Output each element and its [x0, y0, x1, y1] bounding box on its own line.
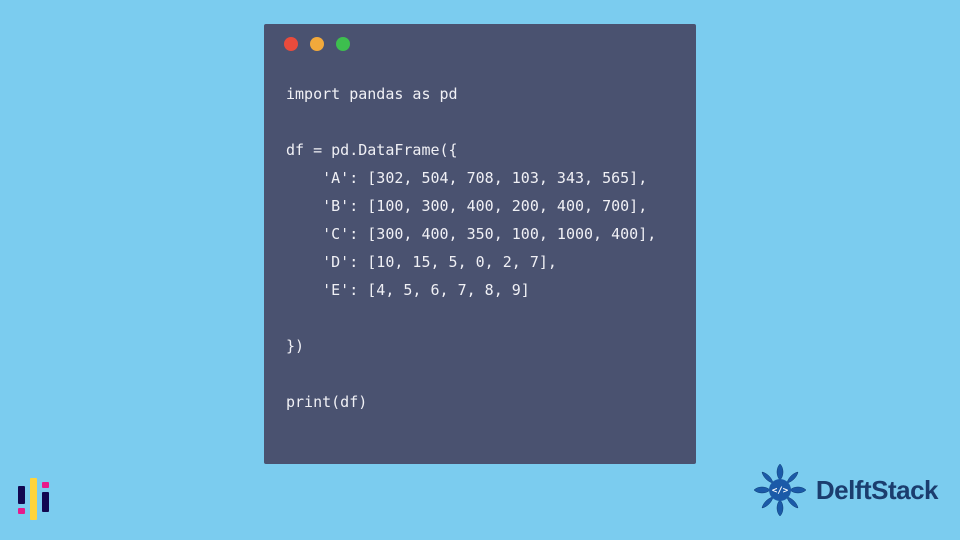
code-window: import pandas as pd df = pd.DataFrame({ …	[264, 24, 696, 464]
minimize-icon	[310, 37, 324, 51]
brand-badge: </> DelftStack	[752, 462, 938, 518]
pandas-logo-icon	[18, 478, 56, 520]
close-icon	[284, 37, 298, 51]
brand-name: DelftStack	[816, 475, 938, 506]
code-block: import pandas as pd df = pd.DataFrame({ …	[264, 64, 696, 416]
delftstack-logo-icon: </>	[752, 462, 808, 518]
maximize-icon	[336, 37, 350, 51]
window-titlebar	[264, 24, 696, 64]
svg-text:</>: </>	[772, 486, 789, 496]
